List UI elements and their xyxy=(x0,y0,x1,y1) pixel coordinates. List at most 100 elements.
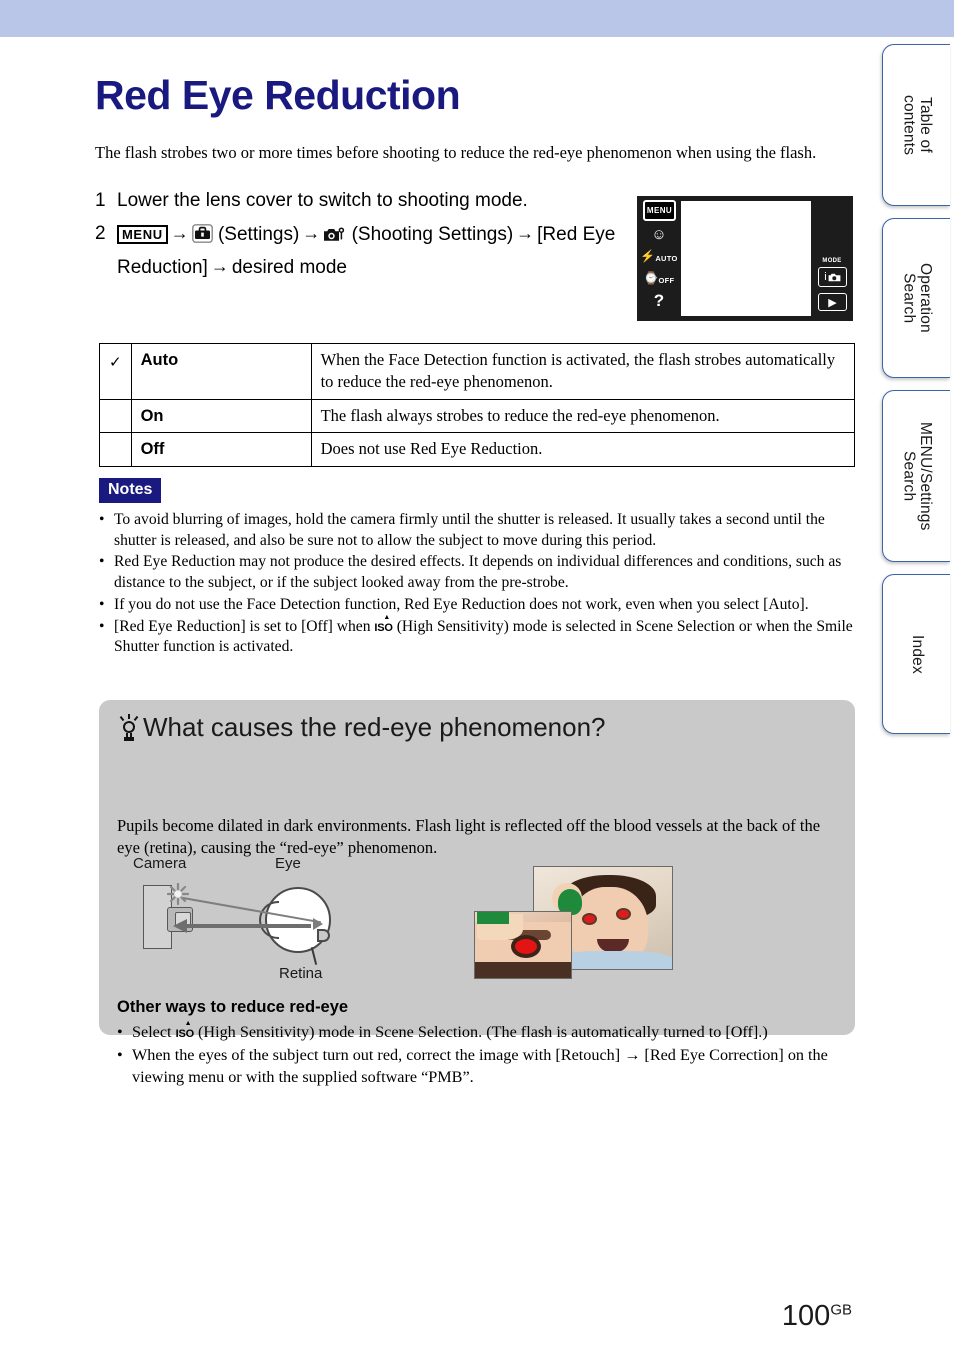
other-text: Select ISO (High Sensitivity) mode in Sc… xyxy=(132,1019,842,1044)
camera-label: Camera xyxy=(133,855,187,872)
self-timer-label: OFF xyxy=(658,276,675,285)
mode-i-letter: i xyxy=(824,271,827,283)
checkmark-icon: ✓ xyxy=(109,355,122,371)
list-item: • Red Eye Reduction may not produce the … xyxy=(99,552,855,593)
flash-auto-icon[interactable]: ⚡AUTO xyxy=(637,249,681,263)
list-item: • When the eyes of the subject turn out … xyxy=(117,1045,842,1089)
document-page: Red Eye Reduction The flash strobes two … xyxy=(0,37,880,1369)
retina-shape xyxy=(317,929,330,942)
table-row: On The flash always strobes to reduce th… xyxy=(99,398,856,434)
top-color-band xyxy=(0,0,954,37)
lcd-menu-button[interactable]: MENU xyxy=(643,200,676,221)
arrow-icon-1: → xyxy=(170,222,189,243)
list-item: • Select ISO (High Sensitivity) mode in … xyxy=(117,1019,842,1044)
tab-label: Table of contents xyxy=(900,94,935,156)
reflected-light-ray xyxy=(185,924,311,928)
iso-high-sensitivity-icon: ISO xyxy=(374,613,393,636)
other-ways-heading: Other ways to reduce red-eye xyxy=(117,998,349,1016)
red-eye-diagram: Camera Eye Retina xyxy=(117,855,417,990)
lcd-right-icon-column: MODE i ▶ xyxy=(811,196,853,321)
lcd-screen-area xyxy=(681,201,811,316)
table-row: Off Does not use Red Eye Reduction. xyxy=(99,432,856,467)
option-description: When the Face Detection function is acti… xyxy=(310,343,856,400)
other-ways-list: • Select ISO (High Sensitivity) mode in … xyxy=(117,1019,842,1090)
intro-paragraph: The flash strobes two or more times befo… xyxy=(95,142,817,162)
option-name: On xyxy=(130,398,312,434)
bullet-icon: • xyxy=(99,617,105,635)
other-text-pre: Select xyxy=(132,1023,172,1041)
side-tab-navigation: Table of contents Operation Search MENU/… xyxy=(882,44,954,746)
tab-operation-search[interactable]: Operation Search xyxy=(882,218,950,378)
option-name: Off xyxy=(130,432,312,467)
page-number-value: 100 xyxy=(781,1300,831,1332)
default-check-cell: ✓ xyxy=(99,343,132,400)
arrow-icon-3: → xyxy=(516,222,535,243)
bullet-icon: • xyxy=(99,595,105,613)
toolbox-settings-icon xyxy=(191,223,213,253)
tab-label: Operation Search xyxy=(900,263,935,333)
note-text: [Red Eye Reduction] is set to [Off] when… xyxy=(114,613,855,658)
note-text-pre: [Red Eye Reduction] is set to [Off] when xyxy=(114,617,371,635)
playback-button[interactable]: ▶ xyxy=(818,293,847,311)
notes-list: • To avoid blurring of images, hold the … xyxy=(99,510,855,659)
lcd-left-icon-column: MENU ☺ ⚡AUTO ⌚OFF ? xyxy=(637,196,681,321)
bullet-icon: • xyxy=(117,1023,123,1041)
tab-index[interactable]: Index xyxy=(882,574,950,734)
arrow-icon-4: → xyxy=(210,255,229,276)
steps-list: 1 Lower the lens cover to switch to shoo… xyxy=(95,187,625,287)
list-item: • To avoid blurring of images, hold the … xyxy=(99,510,855,551)
tip-paragraph: Pupils become dilated in dark environmen… xyxy=(117,815,821,858)
default-check-cell xyxy=(99,432,132,467)
red-eye-photo-closeup xyxy=(474,911,572,979)
retina-label: Retina xyxy=(279,965,323,982)
list-item: • If you do not use the Face Detection f… xyxy=(99,595,855,616)
step-2: 2 MENU → (Settings) → (Shooting Settings) →… xyxy=(95,220,625,283)
note-text: To avoid blurring of images, hold the ca… xyxy=(114,511,825,549)
option-name: Auto xyxy=(130,343,312,400)
menu-chip-icon: MENU xyxy=(117,224,168,244)
shooting-settings-label: (Shooting Settings) xyxy=(351,223,514,245)
eye-label: Eye xyxy=(275,855,301,872)
other-text: When the eyes of the subject turn out re… xyxy=(132,1045,828,1086)
tab-label: MENU/Settings Search xyxy=(900,421,935,531)
smile-shutter-icon[interactable]: ☺ xyxy=(637,226,681,243)
mode-iauto-button[interactable]: i xyxy=(818,267,847,287)
step-1: 1 Lower the lens cover to switch to shoo… xyxy=(95,187,625,216)
option-description: Does not use Red Eye Reduction. xyxy=(310,432,856,467)
tab-table-of-contents[interactable]: Table of contents xyxy=(882,44,950,206)
retina-leader-line xyxy=(310,947,317,965)
page-number: 100GB xyxy=(782,1300,852,1333)
step-1-text: Lower the lens cover to switch to shooti… xyxy=(117,190,528,211)
page-title: Red Eye Reduction xyxy=(95,72,461,119)
bullet-icon: • xyxy=(99,553,105,571)
step-1-number: 1 xyxy=(95,190,106,211)
mode-label: MODE xyxy=(822,258,842,264)
tab-menu-settings-search[interactable]: MENU/Settings Search xyxy=(882,390,950,562)
tab-label: Index xyxy=(908,634,926,674)
camera-lcd-illustration: MENU ☺ ⚡AUTO ⌚OFF ? MODE i ▶ xyxy=(637,196,853,321)
reflected-ray-arrowhead xyxy=(173,919,187,933)
arrow-icon-2: → xyxy=(302,222,321,243)
bullet-icon: • xyxy=(99,511,105,528)
note-text: If you do not use the Face Detection fun… xyxy=(114,595,809,613)
tip-box: What causes the red-eye phenomenon? Pupi… xyxy=(99,700,855,1086)
note-text: Red Eye Reduction may not produce the de… xyxy=(114,553,842,592)
help-icon[interactable]: ? xyxy=(637,291,681,311)
options-table: ✓ Auto When the Face Detection function … xyxy=(99,343,856,467)
tip-heading-text: What causes the red-eye phenomenon? xyxy=(143,712,606,742)
settings-label: (Settings) xyxy=(217,223,300,245)
flash-auto-label: AUTO xyxy=(655,254,678,263)
iso-high-sensitivity-icon: ISO xyxy=(176,1019,195,1042)
step-2-number: 2 xyxy=(95,222,106,244)
cornea-shape xyxy=(259,901,279,939)
tip-heading: What causes the red-eye phenomenon? xyxy=(117,712,606,743)
lightbulb-icon xyxy=(117,713,141,742)
incoming-ray-arrowhead xyxy=(313,918,323,930)
self-timer-icon[interactable]: ⌚OFF xyxy=(637,271,681,285)
desired-mode-label: desired mode xyxy=(231,256,347,278)
default-check-cell xyxy=(99,398,132,434)
bullet-icon: • xyxy=(117,1045,123,1064)
notes-badge: Notes xyxy=(99,478,162,503)
page-number-suffix: GB xyxy=(830,1301,852,1319)
option-description: The flash always strobes to reduce the r… xyxy=(310,398,856,434)
